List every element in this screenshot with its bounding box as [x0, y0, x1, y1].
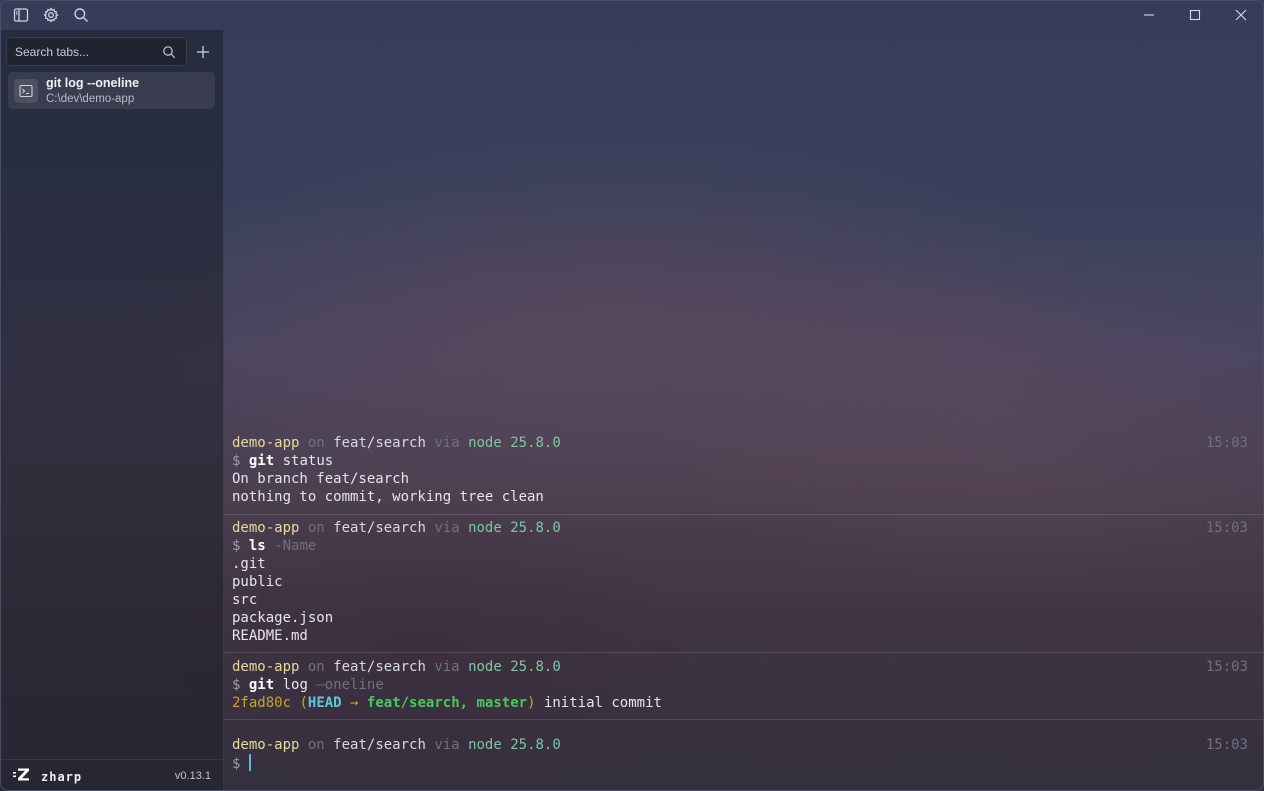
- prompt-directory: demo-app: [232, 435, 300, 451]
- maximize-button[interactable]: [1172, 0, 1218, 30]
- commit-message: initial commit: [543, 695, 662, 711]
- prompt-via: via: [434, 737, 460, 753]
- sidebar: git log --oneline C:\dev\demo-app zharp …: [0, 30, 224, 791]
- title-bar: [0, 0, 1264, 30]
- commit-hash: 2fad80c: [232, 695, 292, 711]
- prompt-line: demo-app on feat/search via node 25.8.0: [232, 736, 561, 754]
- prompt-on: on: [307, 520, 325, 536]
- prompt-via: via: [434, 520, 460, 536]
- ref-open-paren: (: [299, 695, 308, 711]
- prompt-symbol: $: [232, 756, 241, 772]
- prompt-branch: feat/search: [333, 520, 426, 536]
- tab-path: C:\dev\demo-app: [46, 93, 135, 105]
- prompt-line: demo-app on feat/search via node 25.8.0: [232, 519, 561, 537]
- prompt-line: demo-app on feat/search via node 25.8.0: [232, 434, 561, 452]
- active-prompt-block[interactable]: demo-app on feat/search via node 25.8.0 …: [224, 719, 1263, 790]
- prompt-via: via: [434, 659, 460, 675]
- tab-list-item[interactable]: git log --oneline C:\dev\demo-app: [8, 72, 215, 109]
- ref-close-paren: ): [527, 695, 536, 711]
- block-timestamp: 15:03: [1205, 659, 1248, 675]
- prompt-directory: demo-app: [232, 659, 300, 675]
- gear-icon[interactable]: [41, 5, 61, 25]
- prompt-branch: feat/search: [333, 435, 426, 451]
- command-line: $ git log —oneline: [232, 676, 384, 694]
- prompt-node-version: node 25.8.0: [468, 435, 561, 451]
- plus-icon: [196, 45, 209, 58]
- prompt-node-version: node 25.8.0: [468, 659, 561, 675]
- sidebar-toggle-icon[interactable]: [11, 5, 31, 25]
- git-log-line: 2fad80c (HEAD → feat/search, master) ini…: [232, 694, 662, 712]
- prompt-node-version: node 25.8.0: [468, 520, 561, 536]
- command-name: git: [248, 453, 275, 469]
- prompt-symbol: $: [232, 677, 241, 693]
- head-ref: HEAD: [307, 695, 342, 711]
- command-line: $ git status: [232, 452, 333, 470]
- output-line: .git: [232, 556, 266, 572]
- new-tab-button[interactable]: [192, 41, 213, 62]
- output-line: public: [232, 574, 283, 590]
- app-name: zharp: [41, 769, 83, 784]
- prompt-on: on: [307, 737, 325, 753]
- ref-arrow: →: [341, 695, 367, 711]
- prompt-branch: feat/search: [333, 659, 426, 675]
- output-line: package.json: [232, 610, 334, 626]
- text-cursor: [248, 754, 251, 771]
- output-line: nothing to commit, working tree clean: [232, 489, 544, 505]
- output-line: README.md: [232, 628, 308, 644]
- prompt-via: via: [434, 435, 460, 451]
- block-timestamp: 15:03: [1205, 737, 1248, 753]
- command-subcommand: status: [274, 453, 334, 469]
- search-icon[interactable]: [71, 5, 91, 25]
- command-subcommand: log: [274, 677, 308, 693]
- sidebar-footer: zharp v0.13.1: [0, 759, 223, 791]
- tab-title: git log --oneline: [46, 76, 140, 90]
- app-logo: zharp: [13, 768, 82, 785]
- prompt-line: demo-app on feat/search via node 25.8.0: [232, 658, 561, 676]
- output-line: On branch feat/search: [232, 471, 410, 487]
- block-timestamp: 15:03: [1205, 520, 1248, 536]
- command-argument: —oneline: [307, 677, 384, 693]
- command-name: git: [248, 677, 275, 693]
- branch-refs: feat/search, master: [366, 695, 528, 711]
- terminal-pane[interactable]: demo-app on feat/search via node 25.8.0 …: [224, 30, 1263, 790]
- prompt-directory: demo-app: [232, 520, 300, 536]
- command-block: demo-app on feat/search via node 25.8.0 …: [224, 652, 1263, 719]
- terminal-icon: [14, 79, 38, 103]
- prompt-branch: feat/search: [333, 737, 426, 753]
- input-line[interactable]: $: [232, 754, 251, 772]
- prompt-node-version: node 25.8.0: [468, 737, 561, 753]
- command-block: demo-app on feat/search via node 25.8.0 …: [224, 432, 1263, 514]
- prompt-on: on: [307, 659, 325, 675]
- prompt-on: on: [307, 435, 325, 451]
- command-name: ls: [248, 538, 266, 554]
- prompt-symbol: $: [232, 538, 241, 554]
- search-tabs-input[interactable]: [15, 38, 155, 65]
- command-argument: -Name: [265, 538, 317, 554]
- close-button[interactable]: [1218, 0, 1264, 30]
- logo-mark-icon: [13, 768, 31, 785]
- minimize-button[interactable]: [1126, 0, 1172, 30]
- command-block: demo-app on feat/search via node 25.8.0 …: [224, 514, 1263, 652]
- command-line: $ ls -Name: [232, 537, 316, 555]
- search-icon[interactable]: [162, 45, 176, 59]
- output-line: src: [232, 592, 258, 608]
- app-version: v0.13.1: [174, 770, 211, 782]
- prompt-symbol: $: [232, 453, 241, 469]
- prompt-directory: demo-app: [232, 737, 300, 753]
- tab-search-box: [6, 37, 187, 66]
- block-timestamp: 15:03: [1205, 435, 1248, 451]
